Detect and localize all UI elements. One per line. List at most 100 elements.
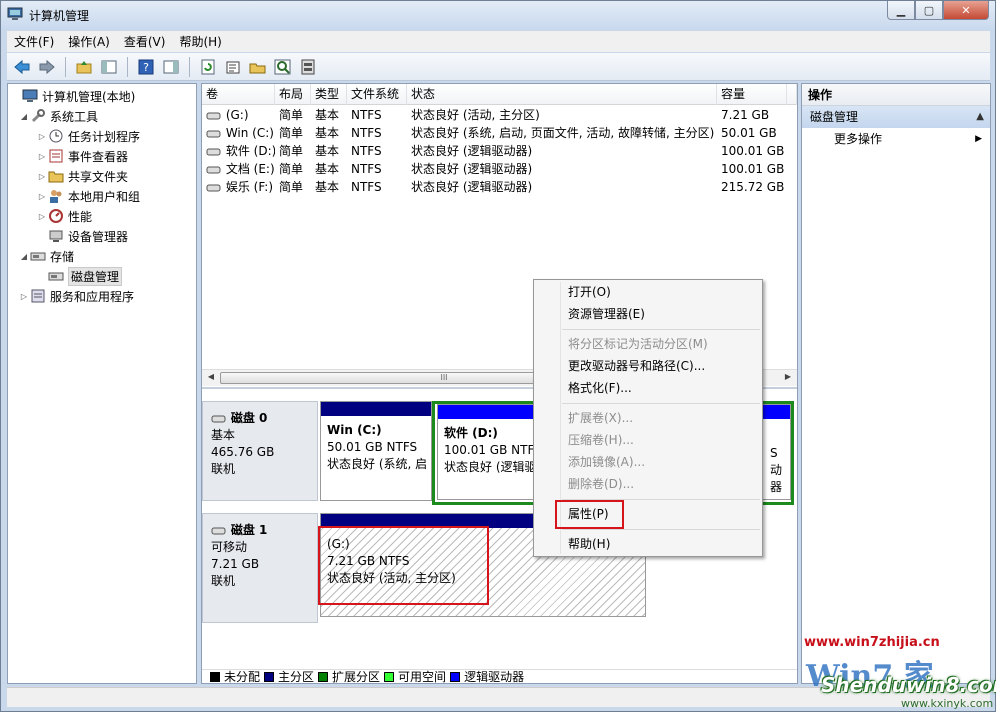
shared-folder-icon [48,171,64,183]
disk-1-header[interactable]: 磁盘 1 可移动 7.21 GB 联机 [202,513,318,623]
console-tree-icon [101,60,117,73]
computer-icon [22,89,38,102]
partition-c[interactable]: Win (C:) 50.01 GB NTFS 状态良好 (系统, 启 [320,401,432,501]
watermark-brand: Shenduwin8.com [821,673,996,697]
refresh-button[interactable] [197,56,219,78]
menu-item-explorer[interactable]: 资源管理器(E) [568,304,645,324]
menu-item-add-mirror[interactable]: 添加镜像(A)... [568,452,645,472]
window-title: 计算机管理 [29,9,90,23]
open-folder-icon [249,63,266,73]
properties-button[interactable] [222,56,244,78]
scroll-right-icon[interactable]: ▶ [781,372,795,384]
menu-item-extend-volume[interactable]: 扩展卷(X)... [568,408,633,428]
tree-item-services-applications[interactable]: ▷ 服务和应用程序 [18,286,134,306]
expand-arrow-icon[interactable]: ▷ [36,192,48,201]
disk-settings-icon [301,59,315,74]
disk-0-header[interactable]: 磁盘 0 基本 465.76 GB 联机 [202,401,318,501]
properties-highlight [555,500,624,529]
menu-item-mark-active[interactable]: 将分区标记为活动分区(M) [568,334,708,354]
menu-view[interactable]: 查看(V) [117,33,173,50]
drive-icon [206,112,221,119]
tree-item-local-users-groups[interactable]: ▷ 本地用户和组 [36,186,140,206]
scroll-left-icon[interactable]: ◀ [204,372,218,384]
menu-action[interactable]: 操作(A) [61,33,117,50]
more-actions-item[interactable]: 更多操作 ▶ [802,128,990,150]
menu-bar: 文件(F) 操作(A) 查看(V) 帮助(H) [7,31,990,52]
menu-item-help[interactable]: 帮助(H) [568,534,610,554]
disk-settings-button[interactable] [297,56,319,78]
drive-icon [206,130,221,137]
back-button[interactable] [11,56,33,78]
show-hide-tree-button[interactable] [98,56,120,78]
users-icon [50,190,62,203]
open-button[interactable] [247,56,269,78]
tree-item-device-manager[interactable]: 设备管理器 [48,226,128,246]
column-header-status[interactable]: 状态 [407,84,717,105]
table-row[interactable]: 娱乐 (F:) 简单 基本 NTFS 状态良好 (逻辑驱动器) 215.72 G… [202,178,797,196]
expand-arrow-icon[interactable]: ▷ [36,172,48,181]
title-bar[interactable]: 计算机管理 ▁ ▢ ✕ [1,1,995,29]
actions-title: 操作 [802,84,990,106]
expand-arrow-icon[interactable]: ▷ [36,132,48,141]
tools-icon [31,109,45,123]
table-row[interactable]: 文档 (E:) 简单 基本 NTFS 状态良好 (逻辑驱动器) 100.01 G… [202,160,797,178]
device-manager-icon [49,230,63,242]
toolbar: ? [7,53,990,81]
clock-icon [49,129,63,143]
expand-arrow-icon[interactable]: ▷ [18,292,30,301]
maximize-button[interactable]: ▢ [915,1,943,20]
show-hide-action-pane-button[interactable] [160,56,182,78]
table-row[interactable]: 软件 (D:) 简单 基本 NTFS 状态良好 (逻辑驱动器) 100.01 G… [202,142,797,160]
minimize-button[interactable]: ▁ [887,1,915,20]
close-button[interactable]: ✕ [943,1,989,20]
column-header-type[interactable]: 类型 [311,84,347,105]
legend-swatch [318,671,329,682]
expand-arrow-icon[interactable]: ▷ [36,152,48,161]
collapse-arrow-icon[interactable]: ◢ [18,252,30,261]
removable-disk-icon [211,527,226,534]
menu-item-shrink-volume[interactable]: 压缩卷(H)... [568,430,634,450]
up-level-button[interactable] [73,56,95,78]
tree-item-system-tools[interactable]: ◢ 系统工具 [18,106,98,126]
menu-item-change-drive-letter[interactable]: 更改驱动器号和路径(C)... [568,356,705,376]
tree-item-task-scheduler[interactable]: ▷ 任务计划程序 [36,126,140,146]
tree-item-computer-management[interactable]: 计算机管理(本地) [10,86,135,106]
table-row[interactable]: Win (C:) 简单 基本 NTFS 状态良好 (系统, 启动, 页面文件, … [202,124,797,142]
collapse-caret-icon[interactable]: ▲ [976,106,984,128]
actions-section-disk-management[interactable]: 磁盘管理 ▲ [802,106,990,128]
menu-item-delete-volume[interactable]: 删除卷(D)... [568,474,634,494]
drive-icon [206,148,221,155]
legend-swatch [384,671,395,682]
watermark-url: www.kxinyk.com [901,697,994,710]
column-header-capacity[interactable]: 容量 [717,84,787,105]
tree-item-disk-management[interactable]: 磁盘管理 [48,266,123,286]
column-header-layout[interactable]: 布局 [275,84,311,105]
actions-pane: 操作 磁盘管理 ▲ 更多操作 ▶ [801,83,991,684]
menu-help[interactable]: 帮助(H) [172,33,228,50]
legend-swatch [450,671,461,682]
menu-file[interactable]: 文件(F) [7,33,61,50]
legend-swatch [264,671,275,682]
computer-management-window: 计算机管理 ▁ ▢ ✕ 文件(F) 操作(A) 查看(V) 帮助(H) ? 计算… [0,0,996,712]
tree-item-event-viewer[interactable]: ▷ 事件查看器 [36,146,128,166]
expand-arrow-icon[interactable]: ▷ [36,212,48,221]
table-row[interactable]: (G:) 简单 基本 NTFS 状态良好 (活动, 主分区) 7.21 GB [202,106,797,124]
tree-item-storage[interactable]: ◢ 存储 [18,246,74,266]
menu-item-format[interactable]: 格式化(F)... [568,378,632,398]
help-button[interactable]: ? [135,56,157,78]
tree-item-shared-folders[interactable]: ▷ 共享文件夹 [36,166,128,186]
refresh-icon [201,59,215,74]
search-button[interactable] [272,56,294,78]
collapse-arrow-icon[interactable]: ◢ [18,112,30,121]
tree-item-performance[interactable]: ▷ 性能 [36,206,92,226]
submenu-arrow-icon: ▶ [975,134,982,144]
partition-g-highlight [318,526,489,605]
column-header-extra[interactable] [787,84,797,105]
menu-item-open[interactable]: 打开(O) [568,282,611,302]
column-header-volume[interactable]: 卷 [202,84,275,105]
performance-icon [49,209,63,223]
volume-list-header: 卷 布局 类型 文件系统 状态 容量 [202,84,797,105]
disk-management-icon [48,272,64,281]
column-header-filesystem[interactable]: 文件系统 [347,84,407,105]
forward-button[interactable] [36,56,58,78]
